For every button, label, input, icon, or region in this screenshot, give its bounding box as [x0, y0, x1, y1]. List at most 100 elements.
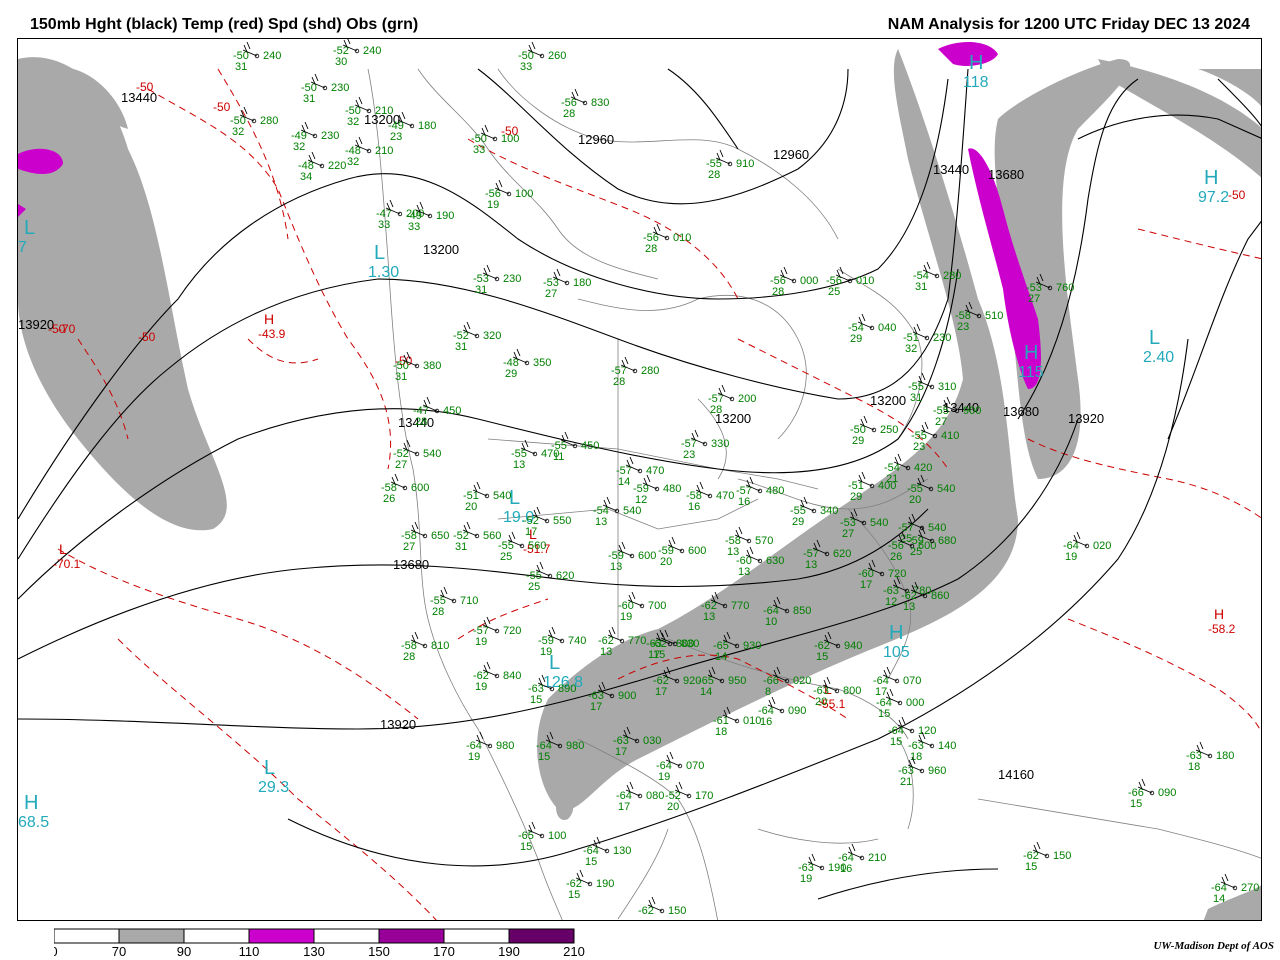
obs-dewpoint: 15: [585, 856, 597, 868]
obs-height: 280: [260, 115, 278, 127]
obs-height: 540: [623, 505, 641, 517]
obs-dewpoint: 26: [890, 551, 902, 563]
station-obs: -5813570: [725, 526, 773, 558]
obs-dewpoint: 28: [708, 169, 720, 181]
obs-height: 840: [503, 670, 521, 682]
obs-height: 700: [648, 600, 666, 612]
obs-height: 280: [641, 365, 659, 377]
legend-tick-label: 150: [368, 944, 390, 957]
station-obs: -5528910: [706, 149, 754, 181]
obs-dewpoint: 32: [347, 156, 359, 168]
obs-height: 030: [643, 735, 661, 747]
legend-swatch: [118, 928, 185, 944]
obs-dewpoint: 18: [910, 751, 922, 763]
obs-dewpoint: 13: [600, 646, 612, 658]
pressure-system-letter: H: [1024, 342, 1038, 364]
obs-height: 220: [328, 160, 346, 172]
legend-swatch: [248, 928, 315, 944]
height-label: 13920: [1068, 411, 1104, 426]
obs-dewpoint: 31: [235, 61, 247, 73]
obs-dewpoint: 19: [658, 771, 670, 783]
height-label: 13200: [423, 242, 459, 257]
obs-dewpoint: 13: [513, 459, 525, 471]
obs-dewpoint: 15: [568, 889, 580, 901]
station-obs: -5231560: [453, 521, 501, 553]
obs-dewpoint: 15: [816, 651, 828, 663]
temperature-contour: [217, 68, 289, 240]
obs-dewpoint: 31: [475, 284, 487, 296]
obs-height: 540: [928, 522, 946, 534]
obs-height: 410: [941, 430, 959, 442]
obs-height: 080: [646, 790, 664, 802]
obs-dewpoint: 28: [415, 416, 427, 428]
obs-dewpoint: 8: [765, 686, 771, 698]
obs-height: 860: [931, 590, 949, 602]
height-label: 13680: [988, 167, 1024, 182]
station-obs: -6419980: [466, 731, 514, 763]
obs-dewpoint: 17: [590, 701, 602, 713]
pressure-system-letter: H: [1204, 167, 1218, 189]
height-label: 13680: [393, 557, 429, 572]
obs-height: 600: [688, 545, 706, 557]
obs-dewpoint: 15: [1130, 798, 1142, 810]
station-obs: -5227540: [393, 439, 441, 471]
obs-height: 180: [573, 277, 591, 289]
temperature-label: -70: [58, 322, 76, 336]
station-obs: -5828810: [401, 631, 449, 663]
obs-height: 100: [548, 830, 566, 842]
pressure-system-value: 105: [883, 644, 910, 661]
obs-dewpoint: 20: [660, 556, 672, 568]
obs-height: 740: [568, 635, 586, 647]
station-obs: -5525560: [498, 531, 546, 563]
pressure-system-value: -43.9: [258, 327, 286, 341]
obs-dewpoint: 27: [842, 528, 854, 540]
station-obs: -4932230: [291, 121, 339, 153]
obs-dewpoint: 28: [772, 286, 784, 298]
station-obs: -5132230: [903, 323, 951, 355]
obs-dewpoint: 34: [300, 171, 312, 183]
station-obs: -5827650: [401, 521, 449, 553]
obs-dewpoint: 31: [910, 392, 922, 404]
pressure-system-value: 118: [963, 74, 989, 91]
pressure-system-letter: L: [59, 541, 67, 557]
station-obs: -5619100: [485, 179, 533, 211]
pressure-system-value: -70.1: [53, 557, 81, 571]
obs-height: 900: [618, 690, 636, 702]
obs-height: 630: [766, 555, 784, 567]
obs-dewpoint: 23: [957, 321, 969, 333]
obs-height: 250: [880, 424, 898, 436]
station-obs: -6415130: [583, 836, 631, 868]
obs-dewpoint: 13: [738, 566, 750, 578]
obs-height: 090: [788, 705, 806, 717]
obs-height: 620: [833, 548, 851, 560]
obs-dewpoint: 28: [403, 651, 415, 663]
obs-height: 830: [591, 97, 609, 109]
legend-swatch: [443, 928, 510, 944]
station-obs: -6417070: [873, 666, 921, 698]
obs-dewpoint: 27: [403, 541, 415, 553]
obs-height: 540: [423, 448, 441, 460]
obs-dewpoint: 23: [913, 441, 925, 453]
obs-dewpoint: 29: [850, 333, 862, 345]
obs-height: 260: [548, 50, 566, 62]
pressure-system-letter: L: [24, 217, 35, 239]
station-obs: -6019700: [618, 591, 666, 623]
station-obs: -4829350: [503, 348, 551, 380]
station-obs: -5628010: [643, 223, 691, 255]
chart-title: 150mb Hght (black) Temp (red) Spd (shd) …: [30, 16, 419, 33]
obs-dewpoint: 31: [455, 341, 467, 353]
obs-dewpoint: 14: [618, 476, 630, 488]
obs-height: 950: [728, 675, 746, 687]
obs-height: 230: [321, 130, 339, 142]
obs-dewpoint: 15: [520, 841, 532, 853]
obs-height: 000: [906, 697, 924, 709]
station-obs: -62 150: [638, 896, 686, 917]
pressure-system-value: 1.30: [368, 264, 399, 281]
obs-height: 140: [938, 740, 956, 752]
legend-tick-label: 130: [303, 944, 325, 957]
obs-height: 280: [943, 270, 961, 282]
obs-height: 480: [766, 485, 784, 497]
obs-height: 230: [933, 332, 951, 344]
obs-height: 900: [963, 405, 981, 417]
obs-height: 420: [914, 462, 932, 474]
